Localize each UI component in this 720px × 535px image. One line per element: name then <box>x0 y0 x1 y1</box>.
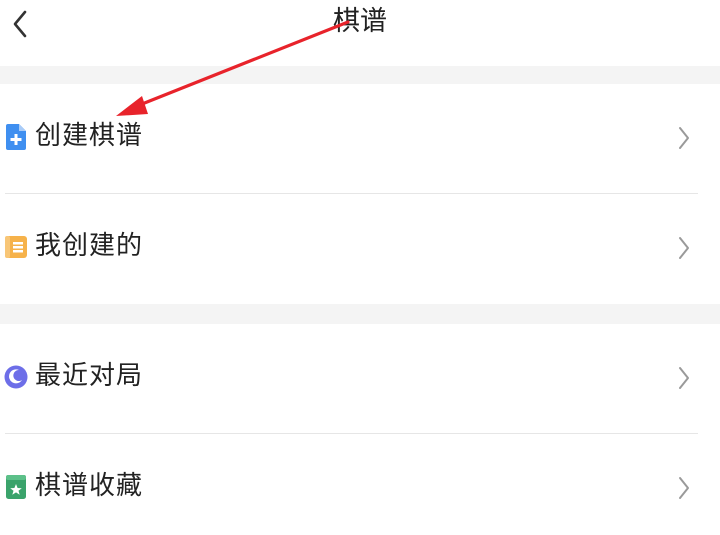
menu-group-2: 最近对局 棋谱收藏 <box>0 324 720 535</box>
menu-item-recent-games[interactable]: 最近对局 <box>0 324 720 434</box>
folder-icon <box>5 236 27 258</box>
menu-item-label: 创建棋谱 <box>35 121 144 151</box>
chevron-right-icon <box>679 367 689 389</box>
navigation-bar: 棋谱 <box>0 0 720 66</box>
section-gap <box>0 66 720 84</box>
screen: 棋谱 创建棋谱 我创建的 最近对局 棋谱收藏 <box>0 0 720 535</box>
menu-item-label: 我创建的 <box>35 231 144 261</box>
chevron-right-icon <box>679 127 689 149</box>
bookmark-star-icon <box>6 475 26 499</box>
menu-item-my-created[interactable]: 我创建的 <box>0 194 720 304</box>
chevron-right-icon <box>679 237 689 259</box>
new-document-plus-icon <box>6 124 26 150</box>
menu-group-1: 创建棋谱 我创建的 <box>0 84 720 304</box>
clock-moon-icon <box>4 365 28 389</box>
section-gap <box>0 304 720 324</box>
menu-item-label: 棋谱收藏 <box>35 471 144 501</box>
page-title: 棋谱 <box>333 6 387 37</box>
menu-item-label: 最近对局 <box>35 361 144 391</box>
chevron-right-icon <box>679 477 689 499</box>
menu-item-create-record[interactable]: 创建棋谱 <box>0 84 720 194</box>
menu-item-favorites[interactable]: 棋谱收藏 <box>0 434 720 535</box>
